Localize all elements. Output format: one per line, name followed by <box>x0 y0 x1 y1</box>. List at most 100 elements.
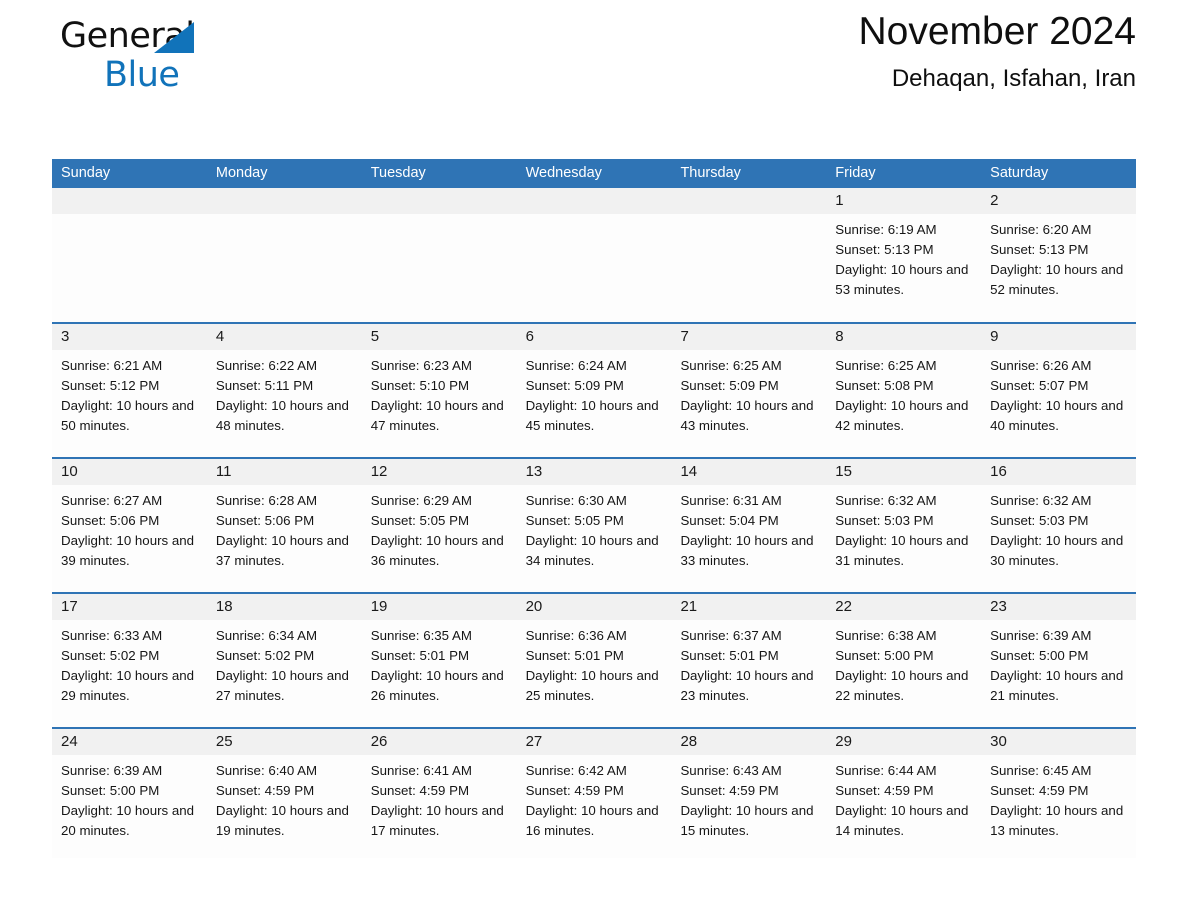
calendar-week-row: 17 Sunrise: 6:33 AM Sunset: 5:02 PM Dayligh… <box>52 592 1137 727</box>
daylight-text: Daylight: 10 hours and 15 minutes. <box>680 803 814 838</box>
sunset-text: Sunset: 5:00 PM <box>835 648 934 663</box>
daylight-text: Daylight: 10 hours and 29 minutes. <box>61 668 195 703</box>
weekday-header-friday: Friday <box>835 165 876 181</box>
sunset-text: Sunset: 5:04 PM <box>680 513 779 528</box>
calendar-day-cell[interactable]: 5 Sunrise: 6:23 AM Sunset: 5:10 PM Daylight… <box>361 324 517 457</box>
calendar-day-cell[interactable]: 3 Sunrise: 6:21 AM Sunset: 5:12 PM Daylight… <box>52 324 207 457</box>
day-details: Sunrise: 6:42 AM Sunset: 4:59 PM Daylight:… <box>517 755 672 841</box>
calendar-day-cell[interactable]: 9 Sunrise: 6:26 AM Sunset: 5:07 PM Daylight… <box>981 324 1137 457</box>
calendar-day-cell[interactable]: 10 Sunrise: 6:27 AM Sunset: 5:06 PM Dayligh… <box>52 459 207 592</box>
calendar-day-cell[interactable]: 1 Sunrise: 6:19 AM Sunset: 5:13 PM Daylight… <box>826 188 982 322</box>
day-number: 1 <box>826 188 982 214</box>
sunrise-text: Sunrise: 6:24 AM <box>525 358 627 373</box>
calendar-day-cell[interactable]: 27 Sunrise: 6:42 AM Sunset: 4:59 PM Dayligh… <box>516 729 672 858</box>
sunset-text: Sunset: 5:01 PM <box>370 648 470 663</box>
calendar-day-cell[interactable]: 8 Sunrise: 6:25 AM Sunset: 5:08 PM Daylight… <box>826 324 982 457</box>
calendar-day-cell[interactable]: 23 Sunrise: 6:39 AM Sunset: 5:00 PM Dayligh… <box>981 594 1137 727</box>
day-details: Sunrise: 6:24 AM Sunset: 5:09 PM Daylight:… <box>517 350 672 436</box>
calendar-day-cell[interactable]: 4 Sunrise: 6:22 AM Sunset: 5:11 PM Daylight… <box>206 324 362 457</box>
sunset-text: Sunset: 5:12 PM <box>61 378 160 393</box>
sunset-text: Sunset: 5:00 PM <box>61 783 160 798</box>
calendar-day-cell[interactable]: 2 Sunrise: 6:20 AM Sunset: 5:13 PM Daylight… <box>981 188 1137 322</box>
day-number: 21 <box>671 594 827 620</box>
calendar-day-cell[interactable]: 13 Sunrise: 6:30 AM Sunset: 5:05 PM Dayligh… <box>516 459 672 592</box>
calendar-day-cell[interactable]: 17 Sunrise: 6:33 AM Sunset: 5:02 PM Dayligh… <box>52 594 207 727</box>
calendar-day-cell-empty <box>516 188 672 322</box>
day-number: 8 <box>826 324 982 350</box>
sunset-text: Sunset: 5:09 PM <box>525 378 624 393</box>
sunrise-text: Sunrise: 6:23 AM <box>370 358 472 373</box>
sunset-text: Sunset: 5:13 PM <box>835 242 934 257</box>
sunset-text: Sunset: 5:01 PM <box>525 648 624 663</box>
sunrise-text: Sunrise: 6:35 AM <box>370 628 472 643</box>
sunset-text: Sunset: 5:13 PM <box>990 242 1089 257</box>
sunset-text: Sunset: 5:02 PM <box>61 648 160 663</box>
calendar-weeks: 1 Sunrise: 6:19 AM Sunset: 5:13 PM Daylight… <box>52 188 1137 858</box>
calendar-day-cell[interactable]: 18 Sunrise: 6:34 AM Sunset: 5:02 PM Dayligh… <box>206 594 362 727</box>
day-details: Sunrise: 6:45 AM Sunset: 4:59 PM Daylight:… <box>981 755 1136 841</box>
calendar-day-cell[interactable]: 6 Sunrise: 6:24 AM Sunset: 5:09 PM Daylight… <box>516 324 672 457</box>
calendar-day-cell[interactable]: 16 Sunrise: 6:32 AM Sunset: 5:03 PM Dayligh… <box>981 459 1137 592</box>
page-title: November 2024 <box>858 10 1137 53</box>
sunrise-text: Sunrise: 6:32 AM <box>990 493 1092 508</box>
day-number: 27 <box>516 729 672 755</box>
day-number: 19 <box>361 594 517 620</box>
sunset-text: Sunset: 4:59 PM <box>525 783 624 798</box>
sunrise-text: Sunrise: 6:39 AM <box>61 763 163 778</box>
calendar-day-cell[interactable]: 19 Sunrise: 6:35 AM Sunset: 5:01 PM Dayligh… <box>361 594 517 727</box>
calendar-day-cell[interactable]: 22 Sunrise: 6:38 AM Sunset: 5:00 PM Dayligh… <box>826 594 982 727</box>
calendar-day-cell-empty <box>361 188 517 322</box>
calendar-day-cell[interactable]: 11 Sunrise: 6:28 AM Sunset: 5:06 PM Dayligh… <box>206 459 362 592</box>
day-number: 24 <box>52 729 207 755</box>
day-number: 4 <box>206 324 362 350</box>
day-details: Sunrise: 6:38 AM Sunset: 5:00 PM Daylight:… <box>826 620 981 706</box>
day-number: 30 <box>981 729 1137 755</box>
calendar-day-cell[interactable]: 7 Sunrise: 6:25 AM Sunset: 5:09 PM Daylight… <box>671 324 827 457</box>
calendar-day-cell[interactable]: 29 Sunrise: 6:44 AM Sunset: 4:59 PM Dayligh… <box>826 729 982 858</box>
sunset-text: Sunset: 4:59 PM <box>370 783 470 798</box>
day-details: Sunrise: 6:32 AM Sunset: 5:03 PM Daylight:… <box>981 485 1136 571</box>
daylight-text: Daylight: 10 hours and 22 minutes. <box>835 668 969 703</box>
calendar-week-row: 10 Sunrise: 6:27 AM Sunset: 5:06 PM Dayligh… <box>52 457 1137 592</box>
calendar-day-cell-empty <box>671 188 827 322</box>
day-details: Sunrise: 6:23 AM Sunset: 5:10 PM Daylight:… <box>362 350 517 436</box>
calendar-day-cell-empty <box>52 188 207 322</box>
calendar-day-cell[interactable]: 21 Sunrise: 6:37 AM Sunset: 5:01 PM Dayligh… <box>671 594 827 727</box>
day-details: Sunrise: 6:29 AM Sunset: 5:05 PM Daylight:… <box>362 485 517 571</box>
calendar-day-cell[interactable]: 26 Sunrise: 6:41 AM Sunset: 4:59 PM Dayligh… <box>361 729 517 858</box>
calendar-day-cell[interactable]: 24 Sunrise: 6:39 AM Sunset: 5:00 PM Dayligh… <box>52 729 207 858</box>
sunset-text: Sunset: 5:00 PM <box>990 648 1089 663</box>
weekday-header-monday: Monday <box>215 165 268 181</box>
sunrise-text: Sunrise: 6:37 AM <box>680 628 782 643</box>
calendar-day-cell[interactable]: 12 Sunrise: 6:29 AM Sunset: 5:05 PM Dayligh… <box>361 459 517 592</box>
day-number: 18 <box>206 594 362 620</box>
calendar-day-cell[interactable]: 25 Sunrise: 6:40 AM Sunset: 4:59 PM Dayligh… <box>206 729 362 858</box>
calendar-day-cell[interactable]: 14 Sunrise: 6:31 AM Sunset: 5:04 PM Dayligh… <box>671 459 827 592</box>
location-subtitle: Dehaqan, Isfahan, Iran <box>891 65 1136 92</box>
daylight-text: Daylight: 10 hours and 45 minutes. <box>525 398 659 433</box>
day-details: Sunrise: 6:40 AM Sunset: 4:59 PM Daylight:… <box>207 755 362 841</box>
sunrise-text: Sunrise: 6:30 AM <box>525 493 627 508</box>
calendar-day-cell[interactable]: 15 Sunrise: 6:32 AM Sunset: 5:03 PM Dayligh… <box>826 459 982 592</box>
day-number: 16 <box>981 459 1137 485</box>
day-number <box>671 188 827 214</box>
sunrise-text: Sunrise: 6:25 AM <box>835 358 937 373</box>
day-number <box>206 188 362 214</box>
day-number: 6 <box>516 324 672 350</box>
sunrise-text: Sunrise: 6:43 AM <box>680 763 782 778</box>
sunrise-text: Sunrise: 6:38 AM <box>835 628 937 643</box>
day-details: Sunrise: 6:25 AM Sunset: 5:08 PM Daylight:… <box>826 350 981 436</box>
day-details: Sunrise: 6:27 AM Sunset: 5:06 PM Daylight:… <box>52 485 207 571</box>
sunrise-text: Sunrise: 6:29 AM <box>370 493 472 508</box>
day-number: 2 <box>981 188 1137 214</box>
day-details: Sunrise: 6:30 AM Sunset: 5:05 PM Daylight:… <box>517 485 672 571</box>
sunrise-text: Sunrise: 6:27 AM <box>61 493 163 508</box>
calendar-day-cell[interactable]: 30 Sunrise: 6:45 AM Sunset: 4:59 PM Dayligh… <box>981 729 1137 858</box>
calendar-day-cell[interactable]: 20 Sunrise: 6:36 AM Sunset: 5:01 PM Dayligh… <box>516 594 672 727</box>
daylight-text: Daylight: 10 hours and 39 minutes. <box>61 533 195 568</box>
calendar-day-cell[interactable]: 28 Sunrise: 6:43 AM Sunset: 4:59 PM Dayligh… <box>671 729 827 858</box>
daylight-text: Daylight: 10 hours and 16 minutes. <box>525 803 659 838</box>
day-details: Sunrise: 6:19 AM Sunset: 5:13 PM Daylight:… <box>826 214 981 300</box>
sunrise-text: Sunrise: 6:22 AM <box>215 358 318 373</box>
sunrise-text: Sunrise: 6:44 AM <box>835 763 937 778</box>
